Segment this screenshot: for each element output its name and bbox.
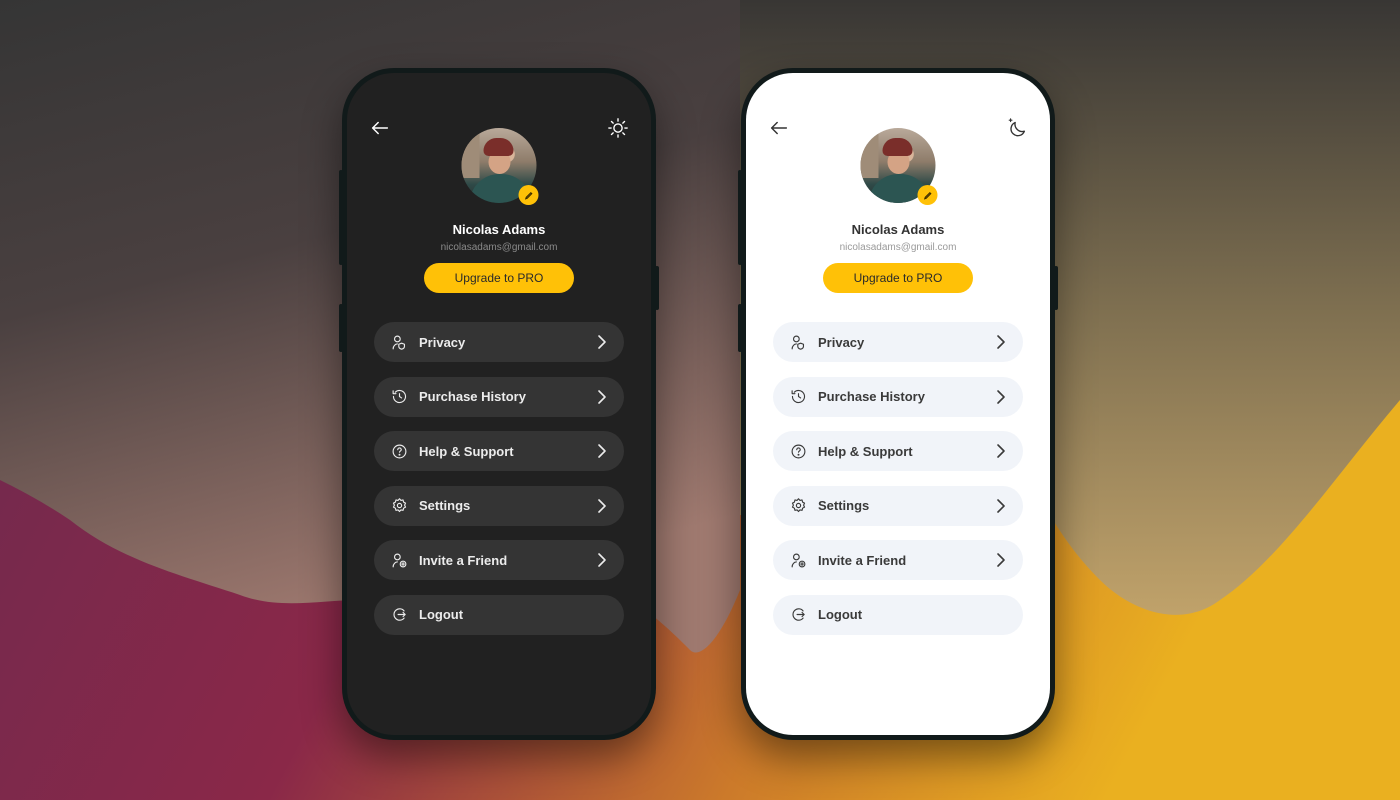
- chevron-right-icon: [995, 552, 1007, 568]
- arrow-left-icon[interactable]: [768, 117, 790, 139]
- menu-item-invite-friend[interactable]: Invite a Friend: [773, 540, 1023, 581]
- settings-menu: Privacy Purchase History Help & Support …: [374, 322, 624, 650]
- menu-item-label: Purchase History: [419, 389, 526, 405]
- profile-email: nicolasadams@gmail.com: [839, 242, 957, 253]
- gear-icon: [789, 497, 807, 515]
- menu-item-label: Help & Support: [818, 443, 913, 459]
- profile-email: nicolasadams@gmail.com: [440, 242, 558, 253]
- logout-icon: [789, 606, 807, 624]
- edit-avatar-button[interactable]: [518, 185, 539, 205]
- phone-light-mode: Nicolas Adams nicolasadams@gmail.com Upg…: [738, 68, 1058, 740]
- volume-up-button: [339, 170, 343, 265]
- chevron-right-icon: [596, 334, 608, 350]
- chevron-right-icon: [995, 498, 1007, 514]
- menu-item-label: Privacy: [419, 334, 466, 350]
- upgrade-to-pro-button[interactable]: Upgrade to PRO: [823, 263, 973, 293]
- menu-item-label: Invite a Friend: [419, 552, 508, 568]
- settings-menu: Privacy Purchase History Help & Support …: [773, 322, 1023, 650]
- menu-item-label: Help & Support: [419, 443, 514, 459]
- menu-item-label: Settings: [419, 498, 471, 514]
- menu-item-label: Privacy: [818, 334, 865, 350]
- menu-item-privacy[interactable]: Privacy: [773, 322, 1023, 362]
- user-plus-icon: [390, 551, 408, 569]
- arrow-left-icon[interactable]: [369, 117, 391, 139]
- chevron-right-icon: [995, 443, 1007, 459]
- avatar[interactable]: [860, 128, 938, 205]
- moon-stars-icon[interactable]: [1006, 117, 1028, 139]
- power-button: [655, 266, 659, 310]
- volume-down-button: [738, 304, 742, 352]
- menu-item-label: Logout: [419, 607, 464, 623]
- gear-icon: [390, 497, 408, 515]
- menu-item-logout[interactable]: Logout: [773, 594, 1023, 635]
- volume-up-button: [738, 170, 742, 265]
- background-wallpaper: [0, 0, 1400, 800]
- menu-item-purchase-history[interactable]: Purchase History: [374, 376, 624, 417]
- menu-item-label: Purchase History: [818, 389, 925, 405]
- history-icon: [789, 388, 807, 406]
- menu-item-help-support[interactable]: Help & Support: [374, 431, 624, 472]
- chevron-right-icon: [596, 443, 608, 459]
- chevron-right-icon: [596, 552, 608, 568]
- edit-avatar-button[interactable]: [917, 185, 938, 205]
- upgrade-to-pro-button[interactable]: Upgrade to PRO: [424, 263, 574, 293]
- sun-icon[interactable]: [607, 117, 629, 139]
- user-plus-icon: [789, 551, 807, 569]
- menu-item-logout[interactable]: Logout: [374, 594, 624, 635]
- profile-screen: Nicolas Adams nicolasadams@gmail.com Upg…: [746, 73, 1050, 735]
- history-icon: [390, 388, 408, 406]
- menu-item-label: Logout: [818, 607, 863, 623]
- user-shield-icon: [390, 333, 408, 351]
- chevron-right-icon: [596, 389, 608, 405]
- user-shield-icon: [789, 333, 807, 351]
- menu-item-label: Invite a Friend: [818, 552, 907, 568]
- logout-icon: [390, 606, 408, 624]
- menu-item-invite-friend[interactable]: Invite a Friend: [374, 540, 624, 581]
- volume-down-button: [339, 304, 343, 352]
- help-circle-icon: [390, 442, 408, 460]
- chevron-right-icon: [995, 334, 1007, 350]
- help-circle-icon: [789, 442, 807, 460]
- pencil-icon: [923, 191, 932, 200]
- chevron-right-icon: [596, 498, 608, 514]
- profile-name: Nicolas Adams: [851, 222, 945, 237]
- menu-item-label: Settings: [818, 498, 870, 514]
- chevron-right-icon: [995, 389, 1007, 405]
- pencil-icon: [524, 191, 533, 200]
- profile-screen: Nicolas Adams nicolasadams@gmail.com Upg…: [347, 73, 651, 735]
- menu-item-privacy[interactable]: Privacy: [374, 322, 624, 362]
- phone-dark-mode: Nicolas Adams nicolasadams@gmail.com Upg…: [339, 68, 659, 740]
- power-button: [1054, 266, 1058, 310]
- menu-item-settings[interactable]: Settings: [773, 485, 1023, 526]
- menu-item-purchase-history[interactable]: Purchase History: [773, 376, 1023, 417]
- menu-item-help-support[interactable]: Help & Support: [773, 431, 1023, 472]
- avatar[interactable]: [461, 128, 539, 205]
- profile-name: Nicolas Adams: [452, 222, 546, 237]
- menu-item-settings[interactable]: Settings: [374, 485, 624, 526]
